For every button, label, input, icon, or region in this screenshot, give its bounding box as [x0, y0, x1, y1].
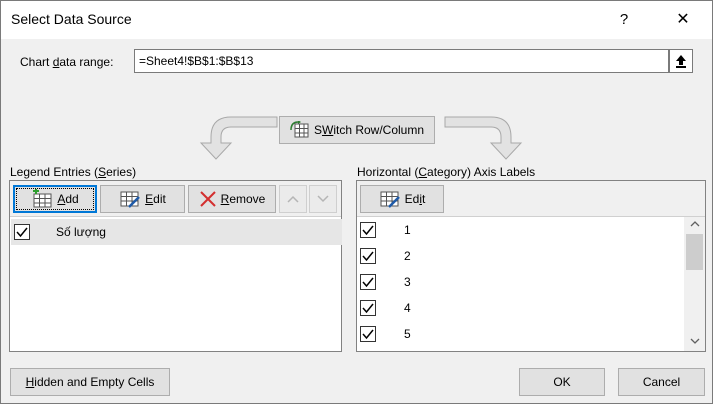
chevron-up-icon: [287, 195, 299, 203]
scroll-down-arrow-icon[interactable]: [684, 334, 705, 351]
list-item[interactable]: 1: [357, 217, 685, 243]
title-bar: Select Data Source ? ✕: [1, 1, 712, 39]
category-checkbox[interactable]: [360, 326, 376, 342]
checkmark-icon: [362, 225, 374, 236]
ok-button[interactable]: OK: [519, 368, 605, 396]
edit-axis-labels-button[interactable]: Edit: [360, 185, 444, 213]
checkmark-icon: [16, 227, 28, 238]
series-list-item[interactable]: Số lượng: [11, 219, 342, 245]
cancel-button[interactable]: Cancel: [618, 368, 705, 396]
checkmark-icon: [362, 251, 374, 262]
select-data-source-dialog: Select Data Source ? ✕ Chart data range:…: [0, 0, 713, 404]
list-item[interactable]: 2: [357, 243, 685, 269]
curved-arrow-left-icon: [199, 116, 278, 160]
add-series-button[interactable]: Add: [13, 185, 97, 213]
legend-entries-panel: Add Edit Remove Số lượng: [9, 180, 342, 352]
checkmark-icon: [362, 303, 374, 314]
legend-toolbar: Add Edit Remove: [10, 181, 341, 217]
switch-row-column-icon: [290, 121, 309, 138]
scrollbar-thumb[interactable]: [686, 234, 703, 270]
axis-labels-panel: Edit 1 2 3 4 5: [356, 180, 706, 352]
remove-x-icon: [199, 191, 216, 207]
series-name: Số lượng: [56, 225, 106, 239]
edit-series-label: Edit: [145, 192, 166, 206]
help-button[interactable]: ?: [609, 7, 639, 33]
axis-toolbar: Edit: [357, 181, 705, 217]
close-button[interactable]: ✕: [668, 7, 698, 33]
hidden-empty-cells-button[interactable]: Hidden and Empty Cells: [10, 368, 170, 396]
category-list: 1 2 3 4 5: [357, 217, 685, 351]
category-value: 5: [404, 327, 411, 341]
axis-labels-label: Horizontal (Category) Axis Labels: [357, 165, 536, 179]
checkmark-icon: [362, 329, 374, 340]
checkmark-icon: [362, 277, 374, 288]
move-up-button[interactable]: [279, 185, 307, 213]
edit-series-button[interactable]: Edit: [100, 185, 185, 213]
list-item[interactable]: 4: [357, 295, 685, 321]
curved-arrow-right-icon: [444, 116, 523, 160]
category-scrollbar[interactable]: [684, 217, 705, 351]
list-item[interactable]: 5: [357, 321, 685, 347]
legend-entries-label: Legend Entries (Series): [10, 165, 137, 179]
switch-row-column-label: SWitch Row/Column: [313, 123, 425, 137]
chevron-down-icon: [317, 195, 329, 203]
category-value: 3: [404, 275, 411, 289]
category-checkbox[interactable]: [360, 300, 376, 316]
series-checkbox[interactable]: [14, 224, 30, 240]
category-checkbox[interactable]: [360, 222, 376, 238]
edit-table-icon: [120, 191, 141, 208]
chart-data-range-label: Chart data range:: [20, 55, 114, 69]
category-value: 4: [404, 301, 411, 315]
dialog-title: Select Data Source: [11, 11, 132, 27]
remove-series-label: Remove: [220, 192, 266, 206]
category-value: 2: [404, 249, 411, 263]
collapse-dialog-button[interactable]: [669, 49, 693, 73]
move-down-button[interactable]: [309, 185, 337, 213]
list-item[interactable]: 3: [357, 269, 685, 295]
category-checkbox[interactable]: [360, 274, 376, 290]
collapse-arrow-icon: [676, 55, 686, 68]
remove-series-button[interactable]: Remove: [188, 185, 276, 213]
category-value: 1: [404, 223, 411, 237]
chart-data-range-input[interactable]: [134, 49, 669, 73]
edit-table-icon: [380, 191, 400, 208]
edit-axis-labels-label: Edit: [404, 192, 426, 206]
add-table-icon: [33, 189, 52, 208]
scroll-up-arrow-icon[interactable]: [684, 217, 705, 234]
add-series-label: Add: [57, 192, 79, 206]
category-checkbox[interactable]: [360, 248, 376, 264]
switch-row-column-button[interactable]: SWitch Row/Column: [279, 116, 435, 144]
